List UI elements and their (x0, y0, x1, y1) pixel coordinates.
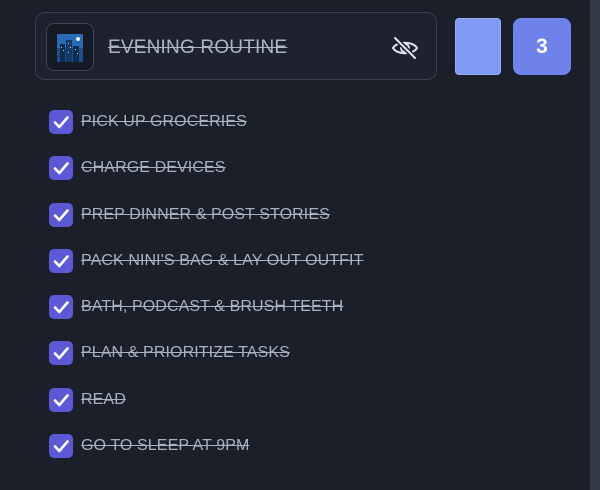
task-item: PLAN & PRIORITIZE TASKS (49, 341, 449, 387)
task-label: BATH, PODCAST & BRUSH TEETH (81, 298, 344, 316)
task-label: PICK UP GROCERIES (81, 113, 247, 130)
checkmark-icon (53, 440, 69, 453)
task-label: READ (81, 390, 126, 408)
task-checkbox[interactable] (49, 156, 73, 181)
task-label: PACK NINI'S BAG & LAY OUT OUTFIT (81, 251, 364, 269)
task-checkbox[interactable] (49, 248, 73, 273)
checkmark-icon (53, 301, 69, 314)
checkmark-icon (53, 393, 69, 407)
task-item: PACK NINI'S BAG & LAY OUT OUTFIT (49, 248, 449, 295)
checkmark-icon (53, 162, 69, 175)
task-label: GO TO SLEEP AT 9PM (81, 437, 250, 455)
task-item: GO TO SLEEP AT 9PM (49, 434, 449, 480)
task-checkbox[interactable] (49, 202, 73, 227)
task-checkbox[interactable] (49, 341, 73, 366)
eye-off-icon (392, 35, 418, 61)
routine-thumbnail (46, 23, 94, 71)
task-item: CHARGE DEVICES (49, 156, 449, 202)
task-checkbox[interactable] (49, 110, 73, 134)
checkmark-icon (53, 116, 69, 129)
task-label: PLAN & PRIORITIZE TASKS (81, 344, 290, 362)
checkmark-icon (53, 347, 69, 360)
city-night-icon (57, 34, 83, 62)
task-item: PICK UP GROCERIES (49, 110, 449, 156)
task-checkbox[interactable] (49, 387, 73, 412)
task-checkbox[interactable] (49, 295, 73, 320)
scrollbar-track[interactable] (590, 0, 600, 490)
count-badge-button[interactable]: 3 (513, 18, 571, 75)
task-item: BATH, PODCAST & BRUSH TEETH (49, 295, 449, 341)
color-swatch-button[interactable] (455, 18, 501, 75)
routine-title: EVENING ROUTINE (108, 37, 288, 58)
task-label: PREP DINNER & POST STORIES (81, 205, 330, 223)
routine-header-card[interactable]: EVENING ROUTINE (35, 12, 437, 80)
visibility-toggle-button[interactable] (390, 35, 420, 61)
checkmark-icon (53, 255, 69, 268)
task-checkbox[interactable] (49, 434, 73, 459)
task-list: PICK UP GROCERIES CHARGE DEVICES PREP DI… (49, 110, 449, 480)
checkmark-icon (53, 208, 69, 221)
task-item: READ (49, 387, 449, 434)
task-label: CHARGE DEVICES (81, 159, 226, 177)
task-item: PREP DINNER & POST STORIES (49, 202, 449, 249)
